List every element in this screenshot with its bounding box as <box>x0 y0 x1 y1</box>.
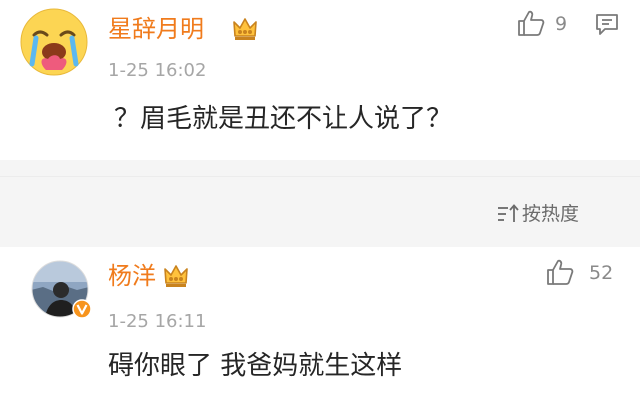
comment-timestamp: 1-25 16:02 <box>108 60 207 81</box>
divider <box>0 176 640 177</box>
thumbs-up-icon <box>518 10 545 36</box>
comment-timestamp: 1-25 16:11 <box>108 311 207 332</box>
like-count: 9 <box>555 13 568 35</box>
comment-text: 碍你眼了 我爸妈就生这样 <box>108 351 403 381</box>
thumbs-up-icon <box>547 259 574 285</box>
comment-username[interactable]: 星辞月明 <box>108 14 204 44</box>
crown-badge-icon <box>164 265 188 287</box>
crying-emoji-avatar[interactable] <box>20 8 88 76</box>
like-button[interactable]: 52 <box>545 257 625 289</box>
verified-v-icon <box>72 299 92 319</box>
sort-by-heat-button[interactable]: 按热度 <box>496 201 596 227</box>
comment-page: 星辞月明 1-25 16:02 ？眉毛就是丑还不让人说了？ 9 按热度 杨洋 1… <box>0 0 640 407</box>
comment-username[interactable]: 杨洋 <box>108 261 156 291</box>
sort-icon <box>498 204 519 222</box>
sort-label: 按热度 <box>522 203 580 225</box>
like-count: 52 <box>589 262 614 284</box>
comment-card: 星辞月明 1-25 16:02 ？眉毛就是丑还不让人说了？ 9 <box>0 0 640 160</box>
comment-reply-icon[interactable] <box>594 11 620 37</box>
comment-text: ？眉毛就是丑还不让人说了？ <box>114 104 453 134</box>
crown-badge-icon <box>233 18 257 40</box>
comment-card: 杨洋 1-25 16:11 碍你眼了 我爸妈就生这样 52 <box>0 247 640 407</box>
like-button[interactable]: 9 <box>516 8 588 40</box>
